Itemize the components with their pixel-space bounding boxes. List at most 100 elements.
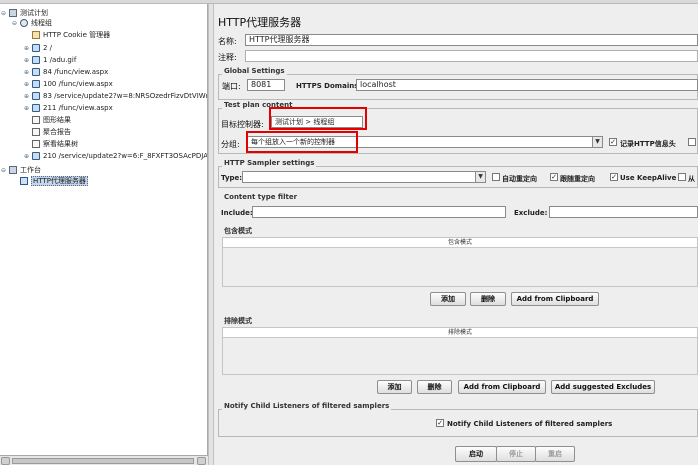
tree-item-label: 工作台 (20, 166, 41, 174)
include-delete-button[interactable]: 删除 (470, 292, 506, 306)
port-label: 端口: (222, 82, 241, 91)
include-label: Include: (221, 209, 253, 217)
include-field[interactable] (252, 206, 506, 218)
restart-button[interactable]: 重启 (535, 446, 575, 462)
tree-item[interactable]: ⊕ 1 /adu.gif (24, 55, 76, 66)
tree-item[interactable]: 察看结果树 (32, 139, 78, 150)
tree-item[interactable]: HTTP Cookie 管理器 (32, 30, 110, 41)
listener-icon (32, 128, 40, 136)
collapse-icon[interactable]: ⊖ (12, 21, 17, 27)
auto-redirect-checkbox[interactable] (492, 173, 500, 181)
tree-item[interactable]: 聚合报告 (32, 127, 71, 138)
add-suggested-excludes-button[interactable]: Add suggested Excludes (551, 380, 655, 394)
test-plan-tree[interactable]: ⊖ 测试计划 ⊖ 线程组 HTTP Cookie 管理器 ⊕ 2 /⊕ 1 /adu.gif ⊕… (0, 4, 208, 456)
name-label: 名称: (218, 37, 237, 46)
proxy-server-icon (20, 177, 28, 185)
notify-child-listeners-checkbox[interactable]: ✓ (436, 419, 444, 427)
stop-button[interactable]: 停止 (496, 446, 536, 462)
name-field[interactable]: HTTP代理服务器 (245, 34, 698, 46)
collapse-icon[interactable]: ⊖ (1, 11, 6, 17)
tree-item[interactable]: ⊕ 84 /func/view.aspx (24, 67, 108, 78)
global-settings-title: Global Settings (222, 67, 287, 75)
type-label: Type: (221, 174, 243, 182)
collapse-icon[interactable]: ⊖ (1, 168, 6, 174)
tree-item-label: HTTP Cookie 管理器 (43, 31, 111, 39)
start-button[interactable]: 启动 (455, 446, 497, 462)
tree-item[interactable]: ⊖ 线程组 (12, 18, 52, 29)
exclude-delete-button[interactable]: 删除 (417, 380, 452, 394)
include-add-from-clipboard-button[interactable]: Add from Clipboard (511, 292, 599, 306)
thread-group-icon (20, 19, 28, 27)
sampler-type-select[interactable]: ▼ (242, 171, 486, 183)
tree-item[interactable]: ⊕ 2 / (24, 43, 52, 54)
follow-redirects-label: 跟随重定向 (560, 175, 595, 183)
expand-icon[interactable]: ⊕ (24, 58, 29, 64)
keepalive-label: Use KeepAlive (620, 174, 677, 182)
extra-sampler-checkbox[interactable] (678, 173, 686, 181)
scroll-thumb[interactable] (12, 458, 194, 464)
extra-sampler-label: 从 (688, 175, 695, 183)
tree-item-label: 测试计划 (20, 9, 48, 17)
record-headers-label: 记录HTTP信息头 (620, 140, 676, 148)
grouping-label: 分组: (221, 140, 240, 149)
expand-icon[interactable]: ⊕ (24, 94, 29, 100)
tree-item[interactable]: ⊕ 211 /func/view.aspx (24, 103, 113, 114)
exclude-patterns-column-header: 排除模式 (223, 328, 697, 338)
exclude-field[interactable] (549, 206, 698, 218)
exclude-patterns-table[interactable]: 排除模式 (222, 327, 698, 375)
sampler-settings-title: HTTP Sampler settings (222, 159, 317, 167)
exclude-label: Exclude: (514, 209, 548, 217)
extra-option-checkbox[interactable] (688, 138, 696, 146)
tree-item[interactable]: HTTP代理服务器 (20, 176, 88, 187)
listener-icon (32, 116, 40, 124)
target-controller-label: 目标控制器: (221, 120, 264, 129)
record-headers-checkbox[interactable]: ✓ (609, 138, 617, 146)
expand-icon[interactable]: ⊕ (24, 106, 29, 112)
comment-field[interactable] (245, 50, 698, 62)
http-sampler-icon (32, 80, 40, 88)
include-patterns-title: 包含模式 (222, 226, 254, 236)
tree-item[interactable]: ⊕ 210 /service/update2?w=6:F_8FXFT3OSAcPD… (24, 151, 207, 162)
chevron-down-icon[interactable]: ▼ (475, 172, 485, 182)
tree-item-label: 图形结果 (43, 116, 71, 124)
port-field[interactable]: 8081 (247, 79, 285, 91)
tree-item-label: 211 /func/view.aspx (43, 104, 113, 112)
http-sampler-icon (32, 104, 40, 112)
tree-item-label: 察看结果树 (43, 140, 78, 148)
expand-icon[interactable]: ⊕ (24, 82, 29, 88)
keepalive-checkbox[interactable]: ✓ (610, 173, 618, 181)
tree-item[interactable]: ⊖ 工作台 (1, 165, 41, 176)
test-plan-icon (9, 9, 17, 17)
scroll-right-button[interactable] (197, 457, 206, 465)
proxy-server-panel: HTTP代理服务器 名称: HTTP代理服务器 注释: Global Setti… (214, 4, 698, 465)
http-sampler-icon (32, 68, 40, 76)
http-sampler-icon (32, 92, 40, 100)
target-controller-highlight (269, 107, 367, 130)
follow-redirects-checkbox[interactable]: ✓ (550, 173, 558, 181)
tree-item[interactable]: 图形结果 (32, 115, 71, 126)
chevron-down-icon[interactable]: ▼ (592, 137, 602, 147)
scroll-left-button[interactable] (1, 457, 10, 465)
content-filter-title: Content type filter (222, 193, 300, 201)
expand-icon[interactable]: ⊕ (24, 46, 29, 52)
comment-label: 注释: (218, 53, 237, 62)
tree-item[interactable]: ⊕ 100 /func/view.aspx (24, 79, 113, 90)
https-domains-field[interactable]: localhost (356, 79, 698, 91)
cookie-manager-icon (32, 31, 40, 39)
expand-icon[interactable]: ⊕ (24, 70, 29, 76)
tree-item-label: 聚合报告 (43, 128, 71, 136)
tree-item[interactable]: ⊕ 83 /service/update2?w=8:NRSOzedrFizvDtV… (24, 91, 208, 102)
http-sampler-icon (32, 152, 40, 160)
include-patterns-column-header: 包含模式 (223, 238, 697, 248)
exclude-patterns-title: 排除模式 (222, 316, 254, 326)
http-sampler-icon (32, 56, 40, 64)
tree-horizontal-scrollbar[interactable] (0, 455, 208, 465)
include-patterns-table[interactable]: 包含模式 (222, 237, 698, 287)
include-add-button[interactable]: 添加 (430, 292, 466, 306)
exclude-add-button[interactable]: 添加 (377, 380, 412, 394)
tree-item-label: 83 /service/update2?w=8:NRSOzedrFizvDtVI… (43, 92, 208, 100)
expand-icon[interactable]: ⊕ (24, 154, 29, 160)
http-sampler-icon (32, 44, 40, 52)
exclude-add-from-clipboard-button[interactable]: Add from Clipboard (458, 380, 546, 394)
notify-title: Notify Child Listeners of filtered sampl… (222, 402, 392, 410)
